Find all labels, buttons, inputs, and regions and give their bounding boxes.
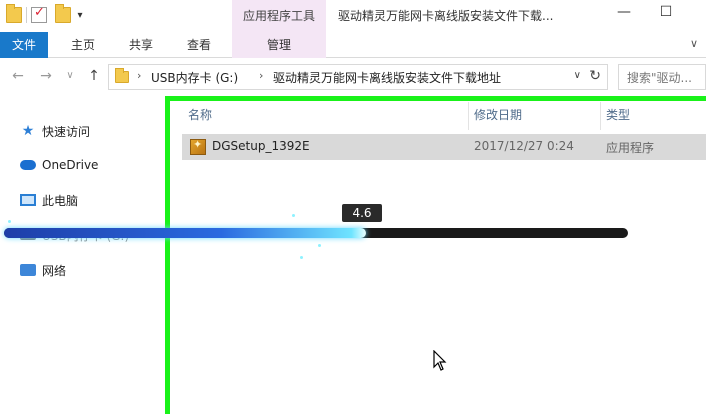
- title-bar: ▾ 应用程序工具 驱动精灵万能网卡离线版安装文件下载... — ☐: [0, 0, 706, 32]
- window-title: 驱动精灵万能网卡离线版安装文件下载...: [338, 9, 554, 23]
- properties-icon[interactable]: [31, 5, 47, 23]
- spark-effect: [318, 244, 321, 247]
- tab-manage[interactable]: 管理: [232, 32, 326, 58]
- new-folder-icon[interactable]: [55, 4, 71, 23]
- nav-item-quick-access[interactable]: ★ 快速访问: [20, 120, 90, 142]
- progress-label: 4.6: [342, 204, 382, 222]
- quick-access-toolbar: ▾: [6, 4, 85, 23]
- breadcrumb-drive[interactable]: USB内存卡 (G:): [151, 69, 238, 86]
- spark-effect: [8, 220, 11, 223]
- nav-item-this-pc[interactable]: 此电脑: [20, 189, 78, 211]
- customize-qat-icon[interactable]: ▾: [75, 10, 85, 21]
- file-name: DGSetup_1392E: [212, 139, 310, 153]
- nav-item-onedrive[interactable]: OneDrive: [20, 154, 98, 176]
- breadcrumb-separator[interactable]: ›: [137, 69, 141, 82]
- spark-effect: [300, 256, 303, 259]
- qat-divider: [26, 7, 27, 23]
- mouse-cursor-icon: [433, 350, 447, 371]
- address-dropdown-icon[interactable]: ∨: [574, 70, 581, 81]
- file-date: 2017/12/27 0:24: [474, 139, 574, 153]
- spark-effect: [292, 214, 295, 217]
- application-icon: [190, 138, 206, 155]
- expand-ribbon-icon[interactable]: ∨: [690, 37, 698, 50]
- nav-item-label: 此电脑: [42, 193, 79, 208]
- tab-share[interactable]: 共享: [118, 32, 164, 58]
- progress-bar: [4, 228, 628, 238]
- recent-locations-button[interactable]: ∨: [62, 70, 78, 81]
- computer-icon: [20, 194, 36, 206]
- column-divider[interactable]: [468, 102, 469, 130]
- navigation-pane: ★ 快速访问 OneDrive 此电脑 USB内存卡 (G:) 网络: [0, 96, 167, 414]
- refresh-icon[interactable]: ↻: [589, 68, 601, 84]
- file-row[interactable]: DGSetup_1392E 2017/12/27 0:24 应用程序: [182, 134, 706, 160]
- nav-item-label: 网络: [42, 263, 67, 278]
- file-type: 应用程序: [606, 141, 655, 155]
- address-bar[interactable]: › USB内存卡 (G:) › 驱动精灵万能网卡离线版安装文件下载地址 ∨ ↻: [108, 64, 608, 90]
- minimize-button[interactable]: —: [614, 4, 634, 20]
- column-header-name[interactable]: 名称: [188, 102, 212, 128]
- tab-file[interactable]: 文件: [0, 32, 48, 58]
- network-icon: [20, 264, 36, 276]
- nav-item-network[interactable]: 网络: [20, 259, 66, 281]
- column-divider[interactable]: [600, 102, 601, 130]
- progress-fill: [4, 228, 366, 238]
- forward-button[interactable]: →: [38, 68, 54, 84]
- nav-item-label: OneDrive: [42, 158, 99, 172]
- tab-home[interactable]: 主页: [60, 32, 106, 58]
- cloud-icon: [20, 160, 36, 170]
- up-button[interactable]: ↑: [86, 68, 102, 84]
- search-input[interactable]: 搜索"驱动...: [618, 64, 706, 90]
- file-explorer-window: ▾ 应用程序工具 驱动精灵万能网卡离线版安装文件下载... — ☐ 文件 主页 …: [0, 0, 706, 414]
- folder-icon: [115, 68, 129, 83]
- address-row: ← → ∨ ↑ › USB内存卡 (G:) › 驱动精灵万能网卡离线版安装文件下…: [0, 58, 706, 96]
- column-header-date[interactable]: 修改日期: [474, 102, 522, 128]
- maximize-button[interactable]: ☐: [656, 4, 676, 20]
- ribbon-tab-bar: 文件 主页 共享 查看 管理 ∨: [0, 32, 706, 58]
- star-icon: ★: [21, 123, 35, 139]
- search-placeholder: 搜索"驱动...: [627, 71, 692, 85]
- back-button[interactable]: ←: [10, 68, 26, 84]
- breadcrumb-folder[interactable]: 驱动精灵万能网卡离线版安装文件下载地址: [273, 69, 501, 86]
- tab-view[interactable]: 查看: [176, 32, 222, 58]
- context-tab-title: 应用程序工具: [232, 0, 326, 32]
- folder-icon: [6, 4, 22, 23]
- breadcrumb-separator[interactable]: ›: [259, 69, 263, 82]
- column-header-type[interactable]: 类型: [606, 102, 630, 128]
- nav-item-label: 快速访问: [42, 124, 91, 139]
